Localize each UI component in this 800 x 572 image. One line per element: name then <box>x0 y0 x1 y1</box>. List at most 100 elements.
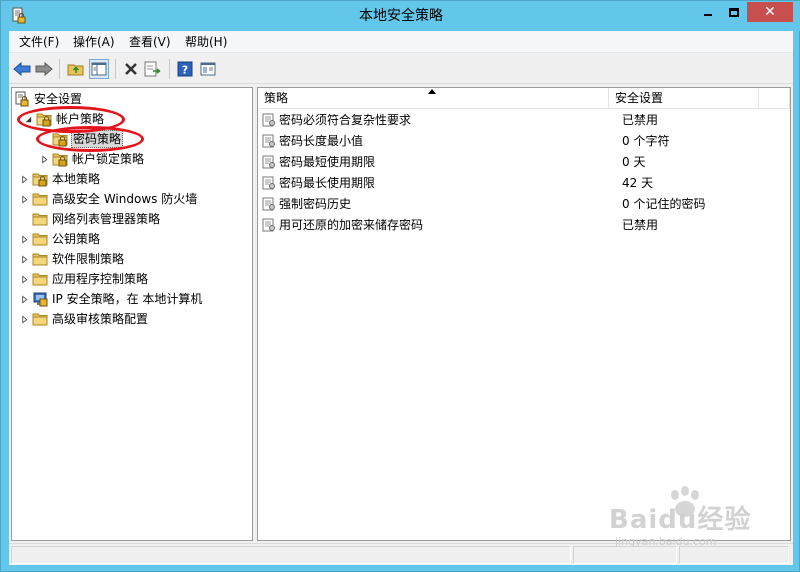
export-list-icon <box>144 61 161 77</box>
column-header-empty <box>759 88 790 109</box>
watermark-url: jingyan.baidu.com <box>615 535 717 548</box>
policy-row[interactable]: 密码最短使用期限 0 天 <box>262 151 782 172</box>
policy-icon <box>262 176 276 190</box>
baidu-jingyan-watermark: Baidu经验 jingyan.baidu.com <box>609 486 769 551</box>
show-hide-tree-button[interactable] <box>89 59 109 79</box>
expand-arrow-icon[interactable] <box>38 149 50 169</box>
expand-arrow-icon[interactable] <box>18 269 30 289</box>
toolbar: ? <box>9 54 793 84</box>
tree-item-label: 帐户锁定策略 <box>72 152 145 166</box>
folder-icon <box>32 251 48 267</box>
policy-row[interactable]: 密码最长使用期限 42 天 <box>262 172 782 193</box>
column-header-policy[interactable]: 策略 <box>258 88 609 109</box>
tree-item-software-restriction[interactable]: 软件限制策略 <box>18 249 125 269</box>
menu-help[interactable]: 帮助(H) <box>183 31 229 53</box>
expand-arrow-icon[interactable] <box>18 169 30 189</box>
delete-icon <box>125 63 137 75</box>
forward-button[interactable] <box>34 59 54 79</box>
menu-file[interactable]: 文件(F) <box>17 31 61 53</box>
policy-row[interactable]: 用可还原的加密来储存密码 已禁用 <box>262 214 782 235</box>
policy-setting: 0 个记住的密码 <box>622 197 706 211</box>
expand-arrow-icon[interactable] <box>18 229 30 249</box>
policy-list-pane[interactable]: 策略 安全设置 密码必须符合复杂性要求 已禁用 密码长度最小值 0 个字符 密码… <box>257 87 791 541</box>
expand-arrow-icon[interactable] <box>18 309 30 329</box>
tree-item-public-key-policies[interactable]: 公钥策略 <box>18 229 101 249</box>
minimize-button[interactable] <box>695 2 721 22</box>
forward-arrow-icon <box>35 62 53 76</box>
policy-name: 密码必须符合复杂性要求 <box>279 113 412 127</box>
tree-item-label: 应用程序控制策略 <box>52 272 149 286</box>
export-list-button[interactable] <box>143 59 163 79</box>
tree-item-ip-security[interactable]: IP 安全策略，在 本地计算机 <box>18 289 203 309</box>
folder-icon <box>32 311 48 327</box>
help-icon: ? <box>177 61 193 77</box>
help-button[interactable]: ? <box>175 59 195 79</box>
tree-item-label: 网络列表管理器策略 <box>52 212 161 226</box>
maximize-icon <box>729 7 739 17</box>
tree-item-label: IP 安全策略，在 本地计算机 <box>52 292 203 306</box>
menu-bar: 文件(F) 操作(A) 查看(V) 帮助(H) <box>9 31 793 53</box>
window-title: 本地安全策略 <box>359 8 443 24</box>
column-header-security-setting[interactable]: 安全设置 <box>609 88 759 109</box>
tree-item-label: 本地策略 <box>52 172 101 186</box>
policy-name: 密码最长使用期限 <box>279 176 376 190</box>
title-bar[interactable]: 本地安全策略 ✕ <box>1 1 800 31</box>
policy-name: 强制密码历史 <box>279 197 352 211</box>
console-button[interactable] <box>198 59 218 79</box>
menu-view[interactable]: 查看(V) <box>127 31 173 53</box>
tree-item-local-policies[interactable]: 本地策略 <box>18 169 101 189</box>
policy-row[interactable]: 密码长度最小值 0 个字符 <box>262 130 782 151</box>
policy-icon <box>262 218 276 232</box>
app-window: 本地安全策略 ✕ 文件(F) 操作(A) 查看(V) 帮助(H) ? 安全设置 … <box>0 0 800 572</box>
tree-item-application-control[interactable]: 应用程序控制策略 <box>18 269 149 289</box>
maximize-button[interactable] <box>721 2 747 22</box>
folder-icon <box>32 211 48 227</box>
annotation-circle-password-policy <box>36 126 144 152</box>
policy-name: 用可还原的加密来储存密码 <box>279 218 424 232</box>
policy-icon <box>262 113 276 127</box>
back-arrow-icon <box>13 62 31 76</box>
delete-button[interactable] <box>121 59 141 79</box>
toolbar-separator <box>115 59 116 79</box>
ip-security-icon <box>33 292 48 307</box>
tree-item-label: 软件限制策略 <box>52 252 125 266</box>
up-one-level-button[interactable] <box>66 59 86 79</box>
menu-action[interactable]: 操作(A) <box>71 31 117 53</box>
close-button[interactable]: ✕ <box>747 2 793 22</box>
tree-item-account-lockout-policy[interactable]: 帐户锁定策略 <box>38 149 145 169</box>
tree-item-windows-firewall[interactable]: 高级安全 Windows 防火墙 <box>18 189 198 209</box>
console-icon <box>200 62 216 76</box>
tree-item-label: 安全设置 <box>34 92 83 106</box>
policy-setting: 已禁用 <box>622 218 659 232</box>
expand-arrow-icon[interactable] <box>18 289 30 309</box>
tree-item-label: 公钥策略 <box>52 232 101 246</box>
policy-icon <box>262 134 276 148</box>
tree-item-network-list-manager[interactable]: 网络列表管理器策略 <box>18 209 161 229</box>
toolbar-separator <box>59 59 60 79</box>
policy-setting: 42 天 <box>622 176 654 190</box>
policy-icon <box>262 197 276 211</box>
close-icon: ✕ <box>764 4 776 20</box>
back-button[interactable] <box>12 59 32 79</box>
policy-setting: 已禁用 <box>622 113 659 127</box>
policy-row[interactable]: 强制密码历史 0 个记住的密码 <box>262 193 782 214</box>
policy-setting: 0 天 <box>622 155 646 169</box>
tree-item-label: 高级安全 Windows 防火墙 <box>52 192 198 206</box>
tree-item-advanced-audit[interactable]: 高级审核策略配置 <box>18 309 149 329</box>
expand-arrow-icon[interactable] <box>18 189 30 209</box>
watermark-logo-text: Baidu经验 <box>609 505 752 535</box>
column-header-label: 安全设置 <box>615 91 664 105</box>
tree-item-label: 高级审核策略配置 <box>52 312 149 326</box>
expand-arrow-icon[interactable] <box>18 249 30 269</box>
policy-name: 密码最短使用期限 <box>279 155 376 169</box>
show-hide-tree-icon <box>91 62 107 76</box>
security-settings-icon <box>15 91 29 107</box>
minimize-icon <box>704 14 712 16</box>
lock-folder-icon <box>52 151 68 167</box>
column-header-label: 策略 <box>264 91 289 105</box>
policy-row[interactable]: 密码必须符合复杂性要求 已禁用 <box>262 109 782 130</box>
sort-ascending-icon <box>428 89 436 94</box>
tree-pane[interactable]: 安全设置 帐户策略 密码策略 帐户锁定策略 本地策略 高级安全 Windows … <box>11 87 253 541</box>
folder-icon <box>32 271 48 287</box>
